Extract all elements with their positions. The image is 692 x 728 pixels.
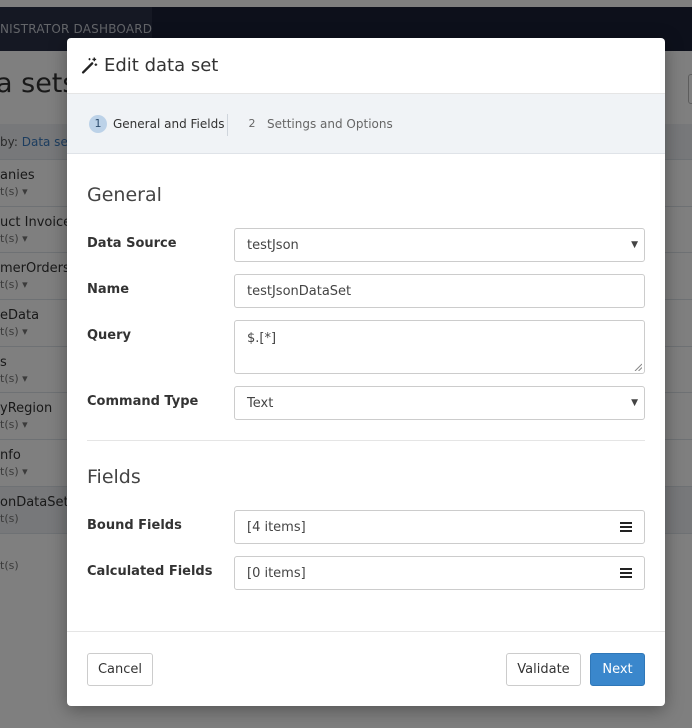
section-heading-general: General: [87, 184, 162, 206]
dialog-header: Edit data set: [67, 38, 665, 94]
dialog-footer: Cancel Validate Next: [67, 631, 665, 706]
bound-fields-value: [4 items]: [247, 519, 306, 535]
section-divider: [87, 440, 645, 441]
data-source-select[interactable]: testJson ▼: [234, 228, 645, 262]
step-label: Settings and Options: [267, 117, 393, 131]
dialog-title: Edit data set: [81, 55, 218, 76]
resize-grip-icon[interactable]: [634, 363, 642, 371]
wizard-steps: 1 General and Fields 2 Settings and Opti…: [67, 94, 665, 154]
command-type-select[interactable]: Text ▼: [234, 386, 645, 420]
query-textarea[interactable]: $.[*]: [234, 320, 645, 374]
query-label: Query: [87, 328, 132, 343]
section-heading-fields: Fields: [87, 466, 141, 488]
next-button[interactable]: Next: [590, 653, 645, 686]
validate-button[interactable]: Validate: [506, 653, 581, 686]
dialog-title-text: Edit data set: [104, 55, 219, 76]
data-source-label: Data Source: [87, 236, 177, 251]
calculated-fields-value: [0 items]: [247, 565, 306, 581]
magic-wand-icon: [81, 57, 98, 74]
calculated-fields-label: Calculated Fields: [87, 564, 213, 579]
name-label: Name: [87, 282, 130, 297]
hamburger-menu-icon[interactable]: [620, 568, 632, 578]
hamburger-menu-icon[interactable]: [620, 522, 632, 532]
step-number-badge: 2: [248, 117, 256, 130]
name-input-value: testJsonDataSet: [247, 283, 352, 299]
caret-down-icon: ▼: [631, 398, 638, 408]
step-general-and-fields[interactable]: 1 General and Fields: [89, 115, 224, 133]
cancel-button[interactable]: Cancel: [87, 653, 153, 686]
step-label: General and Fields: [113, 117, 225, 131]
command-type-label: Command Type: [87, 394, 199, 409]
bound-fields-label: Bound Fields: [87, 518, 182, 533]
step-divider: [227, 114, 228, 136]
bound-fields-editor[interactable]: [4 items]: [234, 510, 645, 544]
edit-data-set-dialog: Edit data set 1 General and Fields 2 Set…: [67, 38, 665, 706]
caret-down-icon: ▼: [631, 240, 638, 250]
data-source-value: testJson: [247, 237, 299, 253]
command-type-value: Text: [247, 395, 274, 411]
calculated-fields-editor[interactable]: [0 items]: [234, 556, 645, 590]
name-input[interactable]: testJsonDataSet: [234, 274, 645, 308]
step-settings-and-options[interactable]: 2 Settings and Options: [243, 115, 393, 133]
query-textarea-value: $.[*]: [247, 331, 277, 346]
step-number-badge: 1: [89, 115, 107, 133]
